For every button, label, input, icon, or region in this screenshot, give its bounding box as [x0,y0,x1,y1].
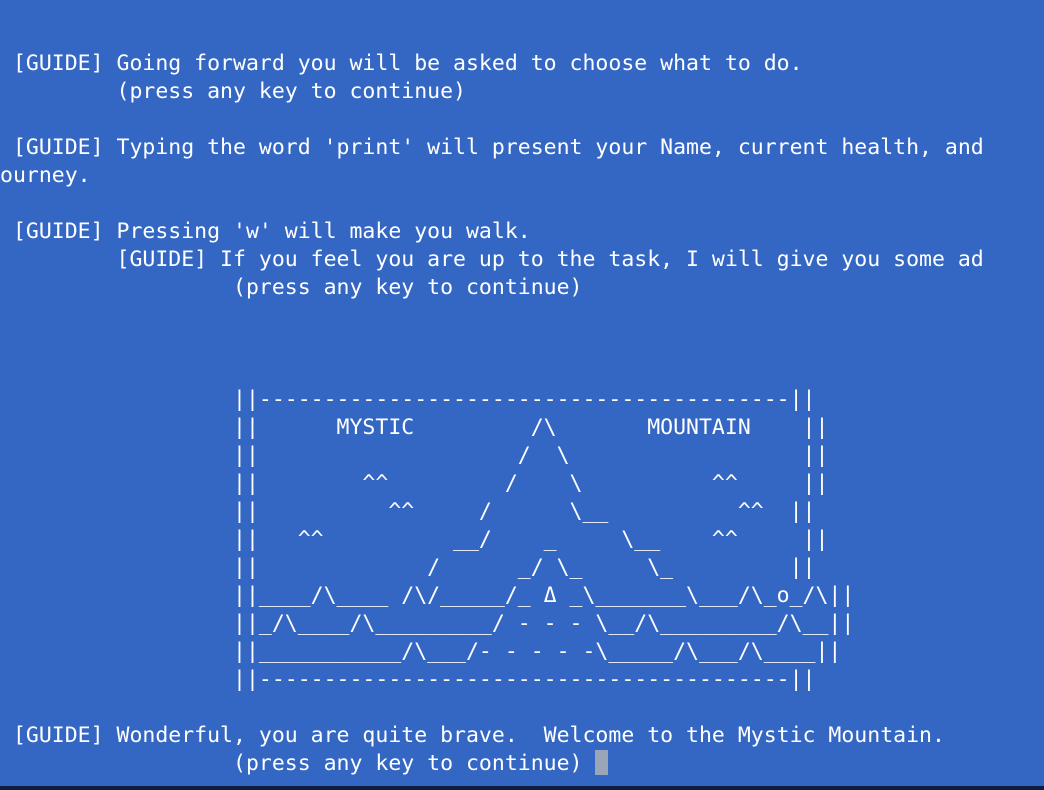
text-cursor[interactable] [595,750,609,775]
terminal-line: [GUIDE] Wonderful, you are quite brave. … [0,723,945,748]
terminal-window[interactable]: [GUIDE] Going forward you will be asked … [0,0,1044,790]
terminal-line: (press any key to continue) [0,275,583,300]
ascii-art-line: || ^^ / \__ ^^ || [0,499,816,524]
ascii-art-line: || ^^ __/ _ \__ ^^ || [0,527,829,552]
ascii-art-line: || / \ || [0,443,829,468]
prompt-text: (press any key to continue) [0,751,596,776]
ascii-art-line: || MYSTIC /\ MOUNTAIN || [0,415,829,440]
terminal-line: [GUIDE] Pressing 'w' will make you walk. [0,219,531,244]
ascii-art-line: ||___________/\___/- - - - -\_____/\___/… [0,639,842,664]
ascii-art-line: || / _/ \_ \_ || [0,555,816,580]
terminal-line: [GUIDE] If you feel you are up to the ta… [0,247,984,272]
terminal-line: [GUIDE] Going forward you will be asked … [0,51,803,76]
ascii-art-line: ||____/\____ /\/_____/_ Δ _\_______\___/… [0,583,855,608]
prompt-line: (press any key to continue) [0,750,609,778]
ascii-art-line: || ^^ / \ ^^ || [0,471,829,496]
terminal-line: [GUIDE] Typing the word 'print' will pre… [0,135,984,160]
ascii-art-line: ||--------------------------------------… [0,387,816,412]
ascii-art-line: ||--------------------------------------… [0,667,816,692]
terminal-line: ourney. [0,163,91,188]
ascii-art-line: ||_/\____/\_________/ - - - \__/\_______… [0,611,855,636]
terminal-line: (press any key to continue) [0,79,466,104]
